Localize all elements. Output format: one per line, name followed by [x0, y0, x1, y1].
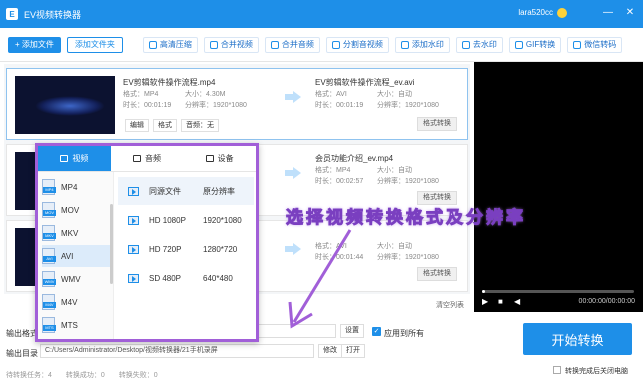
device-icon — [205, 155, 214, 162]
audio-select[interactable]: 音频：无 — [181, 119, 219, 132]
success-count: 转换成功：0 — [65, 371, 105, 379]
remove-watermark-button[interactable]: 去水印 — [455, 36, 503, 53]
volume-icon[interactable]: ◀ — [514, 298, 522, 306]
format-item-mts[interactable]: MTS MTS — [42, 314, 112, 336]
time-display: 00:00:00/00:00:00 — [578, 298, 635, 305]
add-watermark-button[interactable]: 添加水印 — [394, 36, 450, 53]
wechat-transcode-button[interactable]: 微信转码 — [567, 36, 623, 53]
playback-progress-fill — [482, 290, 486, 293]
convert-format-button[interactable]: 格式转换 — [417, 117, 457, 131]
tab-video[interactable]: 视频 — [38, 146, 111, 171]
file-icon: M4V — [42, 294, 56, 310]
format-item-mov[interactable]: MOV MOV — [42, 199, 112, 221]
add-file-button[interactable]: + 添加文件 — [8, 36, 61, 53]
modify-dir-button[interactable]: 修改 — [318, 344, 342, 358]
convert-arrow-icon — [285, 91, 301, 103]
convert-format-button[interactable]: 格式转换 — [417, 267, 457, 281]
merge-audio-icon — [270, 40, 279, 49]
file-icon: MOV — [42, 202, 56, 218]
format-item-wmv[interactable]: WMV WMV — [42, 268, 112, 290]
split-button[interactable]: 分割音视频 — [325, 36, 389, 53]
open-dir-button[interactable]: 打开 — [341, 344, 365, 358]
merge-video-icon — [209, 40, 218, 49]
add-folder-button[interactable]: 添加文件夹 — [66, 36, 123, 53]
format-item-mkv[interactable]: MKV MKV — [42, 222, 112, 244]
format-item-avi[interactable]: AVI AVI — [42, 245, 112, 267]
video-file-icon — [128, 273, 139, 283]
video-thumbnail — [15, 76, 115, 134]
format-button[interactable]: 格式 — [153, 119, 177, 132]
play-icon[interactable]: ▶ — [482, 298, 490, 306]
minimize-button[interactable]: — — [601, 6, 615, 20]
failed-count: 转换失败：0 — [118, 371, 158, 379]
toolbar: + 添加文件 添加文件夹 高清压缩 合并视频 合并音频 分割音视频 添加水印 去… — [0, 28, 643, 62]
gif-icon — [514, 40, 523, 49]
apply-all-checkbox[interactable]: ✓ — [372, 327, 381, 336]
file-icon: MP4 — [42, 179, 56, 195]
tab-device[interactable]: 设备 — [183, 146, 256, 171]
remove-watermark-icon — [461, 40, 470, 49]
format-item-m4v[interactable]: M4V M4V — [42, 291, 112, 313]
preset-row-source[interactable]: 同源文件 原分辨率 — [118, 177, 254, 205]
output-filename: 会员功能介绍_ev.mp4 — [315, 154, 394, 163]
status-bar: 待转换任务：4 转换成功：0 转换失败：0 — [0, 366, 643, 383]
compress-icon — [148, 40, 157, 49]
file-icon: MTS — [42, 317, 56, 333]
close-button[interactable]: ✕ — [623, 6, 637, 20]
wechat-icon — [573, 40, 582, 49]
app-title: EV视频转换器 — [24, 9, 82, 20]
stop-icon[interactable]: ■ — [498, 298, 506, 306]
watermark-icon — [400, 40, 409, 49]
edit-button[interactable]: 编辑 — [125, 119, 149, 132]
video-file-icon — [128, 215, 139, 225]
video-icon — [60, 155, 69, 162]
gif-convert-button[interactable]: GIF转换 — [508, 36, 562, 53]
username[interactable]: lara520cc — [518, 8, 553, 17]
tab-audio[interactable]: 音频 — [111, 146, 184, 171]
output-dir-field[interactable]: C:/Users/Administrator/Desktop/视频转换器/21手… — [40, 344, 314, 358]
video-preview[interactable]: ▶ ■ ◀ 00:00:00/00:00:00 — [474, 62, 643, 312]
pending-count: 待转换任务：4 — [6, 371, 52, 379]
start-convert-button[interactable]: 开始转换 — [523, 323, 632, 355]
file-card[interactable]: EV剪辑软件操作流程.mp4 格式：MP4 大小：4.30M 时长：00:01:… — [6, 68, 468, 140]
convert-arrow-icon — [285, 167, 301, 179]
apply-all-label: 应用到所有 — [384, 329, 424, 338]
preset-row-480p[interactable]: SD 480P 640*480 — [118, 264, 254, 292]
source-filename: EV剪辑软件操作流程.mp4 — [123, 78, 216, 87]
split-icon — [331, 40, 340, 49]
preset-row-1080p[interactable]: HD 1080P 1920*1080 — [118, 206, 254, 234]
file-icon: WMV — [42, 271, 56, 287]
file-icon: MKV — [42, 225, 56, 241]
format-popup: 视频 音频 设备 MP4 MP4 MOV MOV MKV MKV AVI AVI WMV… — [35, 143, 259, 342]
hd-compress-button[interactable]: 高清压缩 — [142, 36, 198, 53]
output-dir-label: 输出目录 — [6, 349, 38, 358]
output-format-label: 输出格式 — [6, 329, 38, 338]
video-file-icon — [128, 244, 139, 254]
annotation-arrow-icon — [288, 229, 352, 329]
playback-progress[interactable] — [482, 290, 634, 293]
file-icon: AVI — [42, 248, 56, 264]
output-filename: EV剪辑软件操作流程_ev.avi — [315, 78, 415, 87]
format-list-scrollbar[interactable] — [110, 204, 113, 284]
video-file-icon — [128, 186, 139, 196]
merge-video-button[interactable]: 合并视频 — [203, 36, 259, 53]
format-item-mp4[interactable]: MP4 MP4 — [42, 176, 112, 198]
merge-audio-button[interactable]: 合并音频 — [264, 36, 320, 53]
app-logo: E — [6, 8, 18, 20]
audio-icon — [133, 155, 141, 162]
coin-icon[interactable] — [557, 8, 567, 18]
preset-row-720p[interactable]: HD 720P 1280*720 — [118, 235, 254, 263]
clear-list-button[interactable]: 清空列表 — [436, 300, 464, 310]
format-list: MP4 MP4 MOV MOV MKV MKV AVI AVI WMV WMV M4V M4… — [38, 172, 114, 339]
